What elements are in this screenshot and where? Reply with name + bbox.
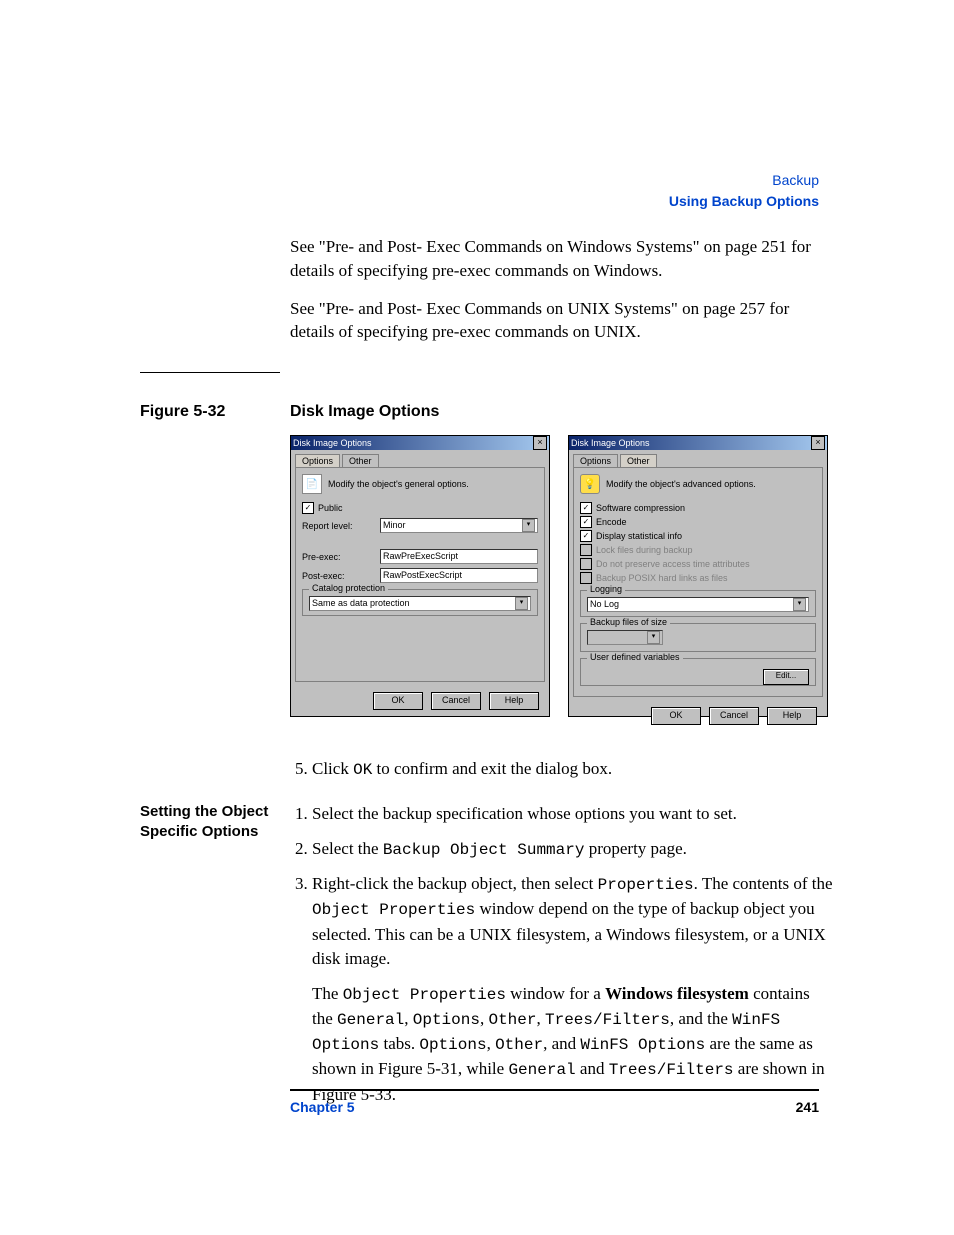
intro-p2: See "Pre- and Post- Exec Commands on UNI… (290, 297, 834, 345)
backup-size-group: Backup files of size ▾ (580, 623, 816, 652)
setting-options-section: Setting the Object Specific Options Sele… (140, 802, 834, 1117)
figure-label: Figure 5-32 (140, 403, 290, 421)
disk-image-options-dialog-other: Disk Image Options × Options Other 💡 Mod… (568, 435, 828, 717)
public-checkbox[interactable]: ✓ (302, 502, 314, 514)
chevron-down-icon: ▾ (522, 519, 535, 532)
help-button[interactable]: Help (489, 692, 539, 710)
public-label: Public (318, 503, 343, 513)
backup-size-title: Backup files of size (587, 617, 670, 627)
window-title-right: Disk Image Options (571, 438, 650, 448)
logging-dropdown[interactable]: No Log ▾ (587, 597, 809, 612)
tab-other-right[interactable]: Other (620, 454, 657, 467)
close-icon[interactable]: × (533, 436, 547, 450)
content-left: 📄 Modify the object's general options. ✓… (295, 467, 545, 682)
step2: Select the Backup Object Summary propert… (312, 837, 834, 862)
chk-display-stats[interactable]: ✓ (580, 530, 592, 542)
window-title-left: Disk Image Options (293, 438, 372, 448)
edit-button[interactable]: Edit... (763, 669, 809, 685)
intro-text: See "Pre- and Post- Exec Commands on Win… (290, 235, 834, 344)
dialog-screenshots: Disk Image Options × Options Other 📄 Mod… (290, 435, 834, 717)
tabrow-left: Options Other (291, 450, 549, 467)
catalog-value: Same as data protection (312, 597, 410, 610)
userdef-group: User defined variables Edit... (580, 658, 816, 686)
lightbulb-icon: 💡 (580, 474, 600, 494)
logging-group-title: Logging (587, 584, 625, 594)
tab-options-right[interactable]: Options (573, 454, 618, 467)
chk-software-compression[interactable]: ✓ (580, 502, 592, 514)
logging-group: Logging No Log ▾ (580, 590, 816, 617)
step5: Click OK to confirm and exit the dialog … (312, 757, 834, 782)
lbl-preserve-atime: Do not preserve access time attributes (596, 559, 750, 569)
titlebar-left: Disk Image Options × (291, 436, 549, 450)
message-left: Modify the object's general options. (328, 479, 469, 489)
figure-title: Disk Image Options (290, 403, 439, 421)
catalog-dropdown[interactable]: Same as data protection ▾ (309, 596, 531, 611)
figure-heading: Figure 5-32 Disk Image Options (140, 403, 834, 421)
catalog-protection-group: Catalog protection Same as data protecti… (302, 589, 538, 616)
help-button[interactable]: Help (767, 707, 817, 725)
lbl-hardlinks: Backup POSIX hard links as files (596, 573, 728, 583)
button-row-right: OK Cancel Help (569, 701, 827, 731)
catalog-group-title: Catalog protection (309, 583, 388, 593)
page-header: Backup Using Backup Options (669, 170, 819, 212)
logging-value: No Log (590, 598, 619, 611)
chevron-down-icon: ▾ (793, 598, 806, 611)
ok-button[interactable]: OK (651, 707, 701, 725)
step5-row: Click OK to confirm and exit the dialog … (140, 757, 834, 792)
cancel-button[interactable]: Cancel (709, 707, 759, 725)
backup-size-dropdown: ▾ (587, 630, 663, 645)
page-number: 241 (796, 1099, 819, 1115)
lbl-lock-files: Lock files during backup (596, 545, 693, 555)
chk-lock-files (580, 544, 592, 556)
step1: Select the backup specification whose op… (312, 802, 834, 827)
titlebar-right: Disk Image Options × (569, 436, 827, 450)
tab-other-left[interactable]: Other (342, 454, 379, 467)
chk-preserve-atime (580, 558, 592, 570)
tabrow-right: Options Other (569, 450, 827, 467)
report-level-dropdown[interactable]: Minor ▾ (380, 518, 538, 533)
postexec-label: Post-exec: (302, 571, 380, 581)
header-breadcrumb: Backup (669, 170, 819, 191)
chevron-down-icon: ▾ (515, 597, 528, 610)
report-level-value: Minor (383, 519, 406, 532)
preexec-value: RawPreExecScript (383, 550, 458, 563)
lbl-software-compression: Software compression (596, 503, 685, 513)
sidebar-heading: Setting the Object Specific Options (140, 802, 290, 1117)
userdef-title: User defined variables (587, 652, 683, 662)
separator (140, 372, 280, 373)
chk-encode[interactable]: ✓ (580, 516, 592, 528)
report-level-label: Report level: (302, 521, 380, 531)
intro-p1: See "Pre- and Post- Exec Commands on Win… (290, 235, 834, 283)
chevron-down-icon: ▾ (647, 631, 660, 644)
page-footer: Chapter 5 241 (290, 1089, 819, 1115)
header-section: Using Backup Options (669, 191, 819, 212)
button-row-left: OK Cancel Help (291, 686, 549, 716)
chapter-ref: Chapter 5 (290, 1099, 355, 1115)
preexec-label: Pre-exec: (302, 552, 380, 562)
message-right: Modify the object's advanced options. (606, 479, 756, 489)
chk-hardlinks (580, 572, 592, 584)
page: Backup Using Backup Options See "Pre- an… (0, 0, 954, 1235)
postexec-value: RawPostExecScript (383, 569, 462, 582)
step5-list: Click OK to confirm and exit the dialog … (290, 757, 834, 782)
page-icon: 📄 (302, 474, 322, 494)
preexec-input[interactable]: RawPreExecScript (380, 549, 538, 564)
lbl-encode: Encode (596, 517, 627, 527)
lbl-display-stats: Display statistical info (596, 531, 682, 541)
step3: Right-click the backup object, then sele… (312, 872, 834, 1107)
tab-options-left[interactable]: Options (295, 454, 340, 467)
postexec-input[interactable]: RawPostExecScript (380, 568, 538, 583)
ok-button[interactable]: OK (373, 692, 423, 710)
steps-list: Select the backup specification whose op… (290, 802, 834, 1107)
cancel-button[interactable]: Cancel (431, 692, 481, 710)
close-icon[interactable]: × (811, 436, 825, 450)
disk-image-options-dialog-general: Disk Image Options × Options Other 📄 Mod… (290, 435, 550, 717)
content-right: 💡 Modify the object's advanced options. … (573, 467, 823, 697)
